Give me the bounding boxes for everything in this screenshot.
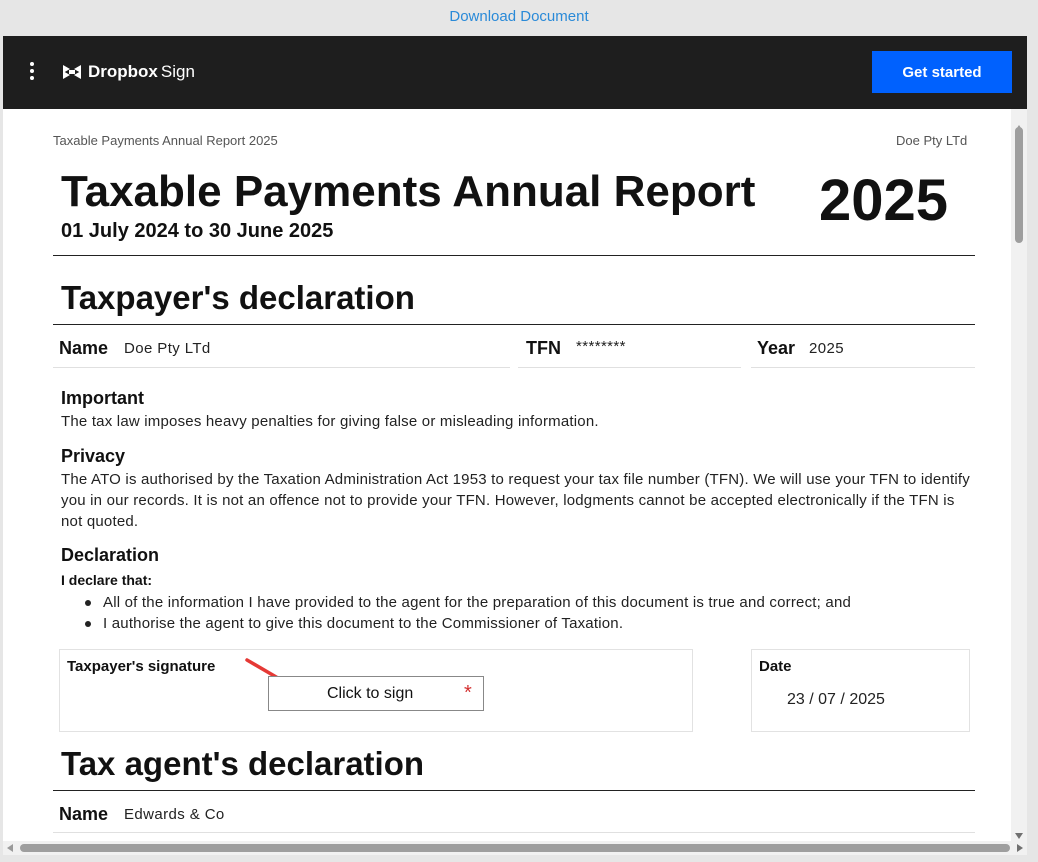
date-day: 23 xyxy=(787,691,805,708)
logo-text-bold: Dropbox xyxy=(88,62,158,81)
date-label: Date xyxy=(759,658,792,675)
taxpayer-heading: Taxpayer's declaration xyxy=(61,279,415,316)
download-document-link[interactable]: Download Document xyxy=(449,8,588,25)
scroll-right-icon[interactable] xyxy=(1017,844,1023,852)
horizontal-scrollbar[interactable] xyxy=(3,841,1027,855)
get-started-button[interactable]: Get started xyxy=(872,51,1012,93)
name-value: Doe Pty LTd xyxy=(124,340,211,357)
year-field-line xyxy=(751,367,975,368)
vertical-scroll-thumb[interactable] xyxy=(1015,127,1023,243)
logo-text-light: Sign xyxy=(160,62,195,81)
scroll-down-icon[interactable] xyxy=(1015,833,1023,839)
date-year: 2025 xyxy=(849,691,885,708)
tfn-field-line xyxy=(518,367,741,368)
document-year: 2025 xyxy=(819,168,949,233)
taxpayer-divider xyxy=(53,324,975,325)
document-period: 01 July 2024 to 30 June 2025 xyxy=(61,220,334,242)
agent-heading: Tax agent's declaration xyxy=(61,745,425,782)
document-viewport[interactable]: Taxable Payments Annual Report 2025 Doe … xyxy=(3,109,1011,841)
declare-intro: I declare that: xyxy=(61,572,153,588)
date-separator: / xyxy=(809,691,814,708)
required-indicator: * xyxy=(464,682,472,704)
date-separator: / xyxy=(840,691,845,708)
dropbox-logo-icon xyxy=(63,65,81,79)
download-bar: Download Document xyxy=(0,0,1038,34)
tfn-value: ******** xyxy=(576,338,626,355)
bullet-dot xyxy=(85,621,91,627)
horizontal-scroll-thumb[interactable] xyxy=(20,844,1010,852)
document-title: Taxable Payments Annual Report xyxy=(61,167,756,216)
app-header: Dropbox Sign Get started xyxy=(3,36,1027,109)
year-label: Year xyxy=(757,338,796,358)
signature-label: Taxpayer's signature xyxy=(67,658,216,675)
important-text: The tax law imposes heavy penalties for … xyxy=(61,413,599,430)
agent-divider xyxy=(53,790,975,791)
agent-name-value: Edwards & Co xyxy=(124,806,225,823)
agent-name-label: Name xyxy=(59,804,109,824)
date-value: 23 / 07 / 2025 xyxy=(787,691,885,709)
kebab-menu-icon[interactable] xyxy=(25,62,39,82)
privacy-heading: Privacy xyxy=(61,446,126,466)
date-month: 07 xyxy=(818,691,836,708)
name-label: Name xyxy=(59,338,109,358)
click-to-sign-button[interactable]: Click to sign * xyxy=(268,676,484,711)
declaration-item: I authorise the agent to give this docum… xyxy=(103,615,624,632)
running-title: Taxable Payments Annual Report 2025 xyxy=(53,133,278,148)
sign-button-label: Click to sign xyxy=(327,685,414,702)
vertical-scrollbar[interactable] xyxy=(1011,109,1027,841)
declaration-item: All of the information I have provided t… xyxy=(103,594,852,611)
name-field-line xyxy=(53,367,510,368)
important-heading: Important xyxy=(61,388,144,408)
tfn-label: TFN xyxy=(526,338,561,358)
scroll-left-icon[interactable] xyxy=(7,844,13,852)
agent-name-line xyxy=(53,832,975,833)
title-divider xyxy=(53,255,975,256)
year-value: 2025 xyxy=(809,340,844,357)
privacy-text: The ATO is authorised by the Taxation Ad… xyxy=(61,471,970,530)
declaration-heading: Declaration xyxy=(61,545,160,565)
running-company: Doe Pty LTd xyxy=(896,133,968,148)
bullet-dot xyxy=(85,600,91,606)
dropbox-sign-logo: Dropbox Sign xyxy=(62,62,195,82)
